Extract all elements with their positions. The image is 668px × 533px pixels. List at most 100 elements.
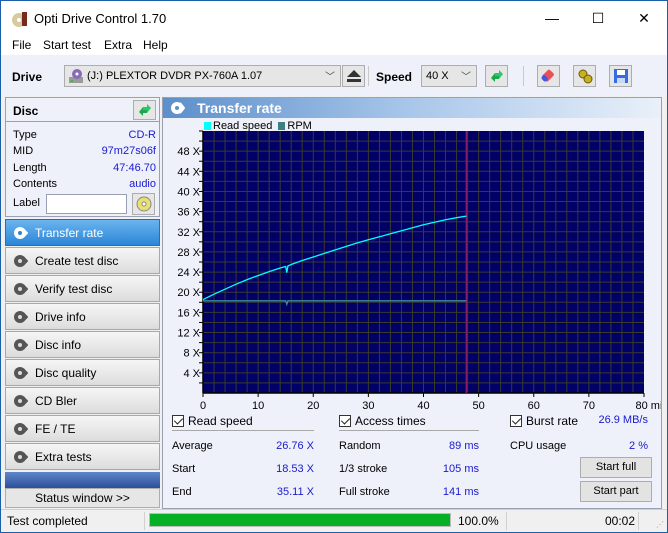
checkbox-checked-icon — [339, 415, 351, 427]
menu-start-test[interactable]: Start test — [43, 38, 91, 52]
status-message: Test completed — [7, 514, 88, 528]
average-value: 26.76 X — [276, 440, 314, 452]
y-tick-label: 36 X — [177, 207, 200, 219]
settings-button[interactable] — [573, 65, 596, 87]
x-tick-label: 80 min — [635, 400, 661, 410]
y-tick-label: 4 X — [183, 368, 200, 380]
app-logo-icon — [12, 12, 27, 27]
close-button[interactable]: ✕ — [621, 1, 667, 35]
nav-item-fe-te[interactable]: FE / TE — [5, 415, 160, 442]
window-title: Opti Drive Control 1.70 — [34, 11, 167, 26]
drive-value: (J:) PLEXTOR DVDR PX-760A 1.07 — [87, 70, 263, 82]
y-tick-label: 28 X — [177, 247, 200, 259]
chevron-down-icon: ﹀ — [461, 72, 471, 83]
maximize-button[interactable]: ☐ — [575, 1, 621, 35]
erase-button[interactable] — [537, 65, 560, 87]
nav-item-label: Disc quality — [35, 366, 97, 380]
start-part-button[interactable]: Start part — [580, 481, 652, 502]
divider — [506, 512, 507, 530]
end-label: End — [172, 486, 192, 498]
nav-item-disc-info[interactable]: Disc info — [5, 331, 160, 358]
disc-contents-key: Contents — [13, 178, 58, 190]
menu-extra[interactable]: Extra — [104, 38, 132, 52]
random-label: Random — [339, 440, 381, 452]
disc-type-key: Type — [13, 129, 37, 141]
y-tick-label: 8 X — [183, 348, 200, 360]
nav-item-disc-quality[interactable]: Disc quality — [5, 359, 160, 386]
cpu-usage-label: CPU usage — [510, 440, 567, 452]
disc-contents-value: audio — [129, 178, 156, 190]
close-icon: ✕ — [638, 9, 650, 26]
save-button[interactable] — [609, 65, 632, 87]
x-tick-label: 50 — [473, 400, 485, 410]
nav-item-cd-bler[interactable]: CD Bler — [5, 387, 160, 414]
divider — [638, 512, 639, 530]
nav-item-label: FE / TE — [35, 422, 76, 436]
disc-mid-key: MID — [13, 145, 34, 157]
nav-item-drive-info[interactable]: Drive info — [5, 303, 160, 330]
progress-bar — [149, 513, 451, 527]
drive-icon — [69, 69, 83, 83]
disc-label-button[interactable] — [132, 193, 155, 215]
progress-fill — [150, 514, 450, 526]
toolbar-divider — [523, 66, 524, 86]
drive-select[interactable]: (J:) PLEXTOR DVDR PX-760A 1.07 ﹀ — [64, 65, 341, 87]
disc-length-value: 47:46.70 — [113, 162, 156, 174]
status-bar: Test completed 100.0% 00:02 ⋰ — [1, 509, 667, 532]
random-value: 89 ms — [449, 440, 479, 452]
disc-test-icon — [14, 311, 28, 323]
refresh-icon — [138, 104, 151, 116]
start-label: Start — [172, 463, 196, 475]
eject-button[interactable] — [342, 65, 365, 87]
nav-item-label: Verify test disc — [35, 282, 113, 296]
status-window-button[interactable]: Status window >> — [5, 488, 160, 508]
y-tick-label: 44 X — [177, 166, 200, 178]
full-stroke-label: Full stroke — [339, 486, 390, 498]
eject-icon — [346, 70, 361, 82]
y-tick-label: 12 X — [177, 328, 200, 340]
save-icon — [613, 69, 628, 83]
disc-label-input[interactable] — [46, 194, 127, 214]
nav-item-extra-tests[interactable]: Extra tests — [5, 443, 160, 470]
cd-icon — [136, 196, 151, 212]
access-times-checkbox[interactable]: Access times — [339, 414, 426, 428]
resize-grip-icon[interactable]: ⋰ — [656, 520, 664, 529]
divider — [144, 512, 145, 530]
end-value: 35.11 X — [276, 486, 314, 498]
burst-rate-checkbox[interactable]: Burst rate — [510, 414, 578, 428]
y-tick-label: 16 X — [177, 307, 200, 319]
menu-help[interactable]: Help — [143, 38, 168, 52]
disc-test-icon — [14, 395, 28, 407]
toolbar: Drive (J:) PLEXTOR DVDR PX-760A 1.07 ﹀ S… — [1, 55, 667, 95]
disc-panel-title: Disc — [13, 104, 39, 118]
average-label: Average — [172, 440, 213, 452]
nav-item-label: Create test disc — [35, 254, 119, 268]
elapsed-time: 00:02 — [605, 514, 636, 528]
read-speed-checkbox[interactable]: Read speed — [172, 414, 253, 428]
disc-test-icon — [14, 255, 28, 267]
speed-label: Speed — [376, 70, 413, 84]
nav-item-label: Disc info — [35, 338, 82, 352]
one-third-stroke-value: 105 ms — [442, 463, 479, 475]
nav-item-create-test-disc[interactable]: Create test disc — [5, 247, 160, 274]
nav-item-verify-test-disc[interactable]: Verify test disc — [5, 275, 160, 302]
drive-label: Drive — [12, 70, 43, 84]
menu-file[interactable]: File — [12, 38, 31, 52]
minimize-button[interactable]: — — [529, 1, 575, 35]
disc-refresh-button[interactable] — [133, 100, 156, 120]
x-tick-label: 70 — [583, 400, 595, 410]
transfer-rate-chart: 4 X 8 X 12 X 16 X 20 X 24 X 28 X 32 X 36 X 40 X 44… — [177, 130, 661, 410]
divider — [172, 430, 314, 431]
x-tick-label: 60 — [528, 400, 540, 410]
y-tick-label: 40 X — [177, 186, 200, 198]
disc-test-icon — [14, 367, 28, 379]
divider — [339, 430, 479, 431]
x-tick-label: 40 — [417, 400, 429, 410]
x-tick-label: 10 — [252, 400, 264, 410]
disc-length-key: Length — [13, 162, 47, 174]
speed-select[interactable]: 40 X ﹀ — [421, 65, 477, 87]
start-full-button[interactable]: Start full — [580, 457, 652, 478]
nav-item-transfer-rate[interactable]: Transfer rate — [5, 219, 160, 246]
refresh-button[interactable] — [485, 65, 508, 87]
y-tick-label: 20 X — [177, 287, 200, 299]
